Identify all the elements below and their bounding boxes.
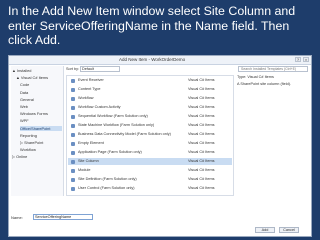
template-row[interactable]: Sequential Workflow (Farm Solution only)… — [68, 113, 232, 120]
template-type: Visual C# Items — [188, 105, 215, 109]
template-row[interactable]: Content Type Visual C# Items — [68, 86, 232, 93]
template-icon — [71, 177, 75, 182]
tree-item[interactable]: Data — [20, 90, 62, 95]
template-icon — [71, 114, 75, 119]
bottom-bar: Name: Add Cancel — [11, 199, 309, 235]
add-button[interactable]: Add — [255, 227, 275, 233]
template-icon — [71, 123, 75, 128]
tree-item[interactable]: General — [20, 97, 62, 102]
template-name: Application Page (Farm Solution only) — [78, 150, 142, 154]
template-icon — [71, 186, 75, 191]
template-name: Module — [78, 168, 91, 172]
dialog-titlebar: Add New Item - WorkOrderDemo ? × — [9, 56, 311, 65]
tree-item[interactable]: Web — [20, 104, 62, 109]
details-description: A SharePoint site column (field). — [237, 82, 292, 86]
template-name: Workflow Custom Activity — [78, 105, 121, 109]
template-icon — [71, 159, 75, 164]
sort-select[interactable]: Default — [80, 66, 120, 72]
help-button[interactable]: ? — [295, 57, 301, 62]
template-icon — [71, 96, 75, 101]
template-name: Event Receiver — [78, 78, 104, 82]
name-label: Name: — [11, 215, 23, 220]
dialog-title: Add New Item - WorkOrderDemo — [119, 57, 186, 62]
template-name: Content Type — [78, 87, 101, 91]
template-name: Site Definition (Farm Solution only) — [78, 177, 137, 181]
tree-item[interactable]: Office/SharePoint — [20, 125, 62, 131]
template-type: Visual C# Items — [188, 186, 215, 190]
close-button[interactable]: × — [303, 57, 309, 62]
template-name: State Machine Workflow (Farm Solution on… — [78, 123, 155, 127]
template-type: Visual C# Items — [188, 114, 215, 118]
add-new-item-dialog: Add New Item - WorkOrderDemo ? × ▲ Insta… — [8, 55, 312, 237]
template-row[interactable]: Workflow Custom Activity Visual C# Items — [68, 104, 232, 111]
template-name: User Control (Farm Solution only) — [78, 186, 135, 190]
details-type: Type: Visual C# Items — [237, 75, 274, 79]
template-tree: ▲ Installed ▲ Visual C# Items Code Data Gene… — [11, 66, 64, 196]
template-row[interactable]: Workflow Visual C# Items — [68, 95, 232, 102]
tree-item[interactable]: ▷ SharePoint — [20, 140, 62, 145]
template-row[interactable]: Site Definition (Farm Solution only) Visu… — [68, 176, 232, 183]
template-name: Site Column — [78, 159, 99, 163]
template-name: Business Data Connectivity Model (Farm S… — [78, 132, 171, 136]
tree-item[interactable]: ▲ Visual C# Items — [16, 75, 62, 80]
template-row[interactable]: User Control (Farm Solution only) Visual … — [68, 185, 232, 192]
template-type: Visual C# Items — [188, 159, 215, 163]
template-type: Visual C# Items — [188, 96, 215, 100]
template-row[interactable]: Application Page (Farm Solution only) Vis… — [68, 149, 232, 156]
slide-caption: In the Add New Item window select Site C… — [8, 4, 296, 48]
tree-item[interactable]: Code — [20, 82, 62, 87]
slide: In the Add New Item window select Site C… — [0, 0, 320, 240]
tree-item[interactable]: Reporting — [20, 133, 62, 138]
cancel-button[interactable]: Cancel — [279, 227, 299, 233]
template-list: Event Receiver Visual C# Items Content Typ… — [66, 75, 234, 196]
tree-item[interactable]: Workflow — [20, 147, 62, 152]
template-type: Visual C# Items — [188, 132, 215, 136]
template-name: Sequential Workflow (Farm Solution only) — [78, 114, 148, 118]
template-name: Empty Element — [78, 141, 104, 145]
template-icon — [71, 105, 75, 110]
template-type: Visual C# Items — [188, 168, 215, 172]
template-type: Visual C# Items — [188, 177, 215, 181]
template-row[interactable]: Module Visual C# Items — [68, 167, 232, 174]
name-field[interactable] — [33, 214, 93, 220]
template-icon — [71, 132, 75, 137]
template-icon — [71, 168, 75, 173]
template-row[interactable]: Empty Element Visual C# Items — [68, 140, 232, 147]
template-type: Visual C# Items — [188, 123, 215, 127]
template-type: Visual C# Items — [188, 78, 215, 82]
details-pane: Type: Visual C# Items A SharePoint site … — [237, 75, 309, 196]
template-icon — [71, 141, 75, 146]
template-icon — [71, 87, 75, 92]
template-type: Visual C# Items — [188, 87, 215, 91]
tree-item[interactable]: WPF — [20, 118, 62, 123]
template-type: Visual C# Items — [188, 150, 215, 154]
template-row[interactable]: Site Column Visual C# Items — [68, 158, 232, 166]
template-row[interactable]: State Machine Workflow (Farm Solution on… — [68, 122, 232, 129]
sort-bar: Sort by: Default Search Installed Templa… — [66, 66, 310, 73]
template-row[interactable]: Event Receiver Visual C# Items — [68, 77, 232, 84]
window-buttons: ? × — [295, 57, 309, 63]
tree-item[interactable]: ▲ Installed — [12, 68, 62, 73]
template-name: Workflow — [78, 96, 94, 100]
search-input[interactable]: Search Installed Templates (Ctrl+E) — [238, 66, 308, 72]
template-icon — [71, 150, 75, 155]
tree-item[interactable]: Windows Forms — [20, 111, 62, 116]
template-row[interactable]: Business Data Connectivity Model (Farm S… — [68, 131, 232, 138]
template-type: Visual C# Items — [188, 141, 215, 145]
sort-label: Sort by: — [66, 67, 80, 71]
tree-item[interactable]: ▷ Online — [12, 154, 62, 159]
template-icon — [71, 78, 75, 83]
